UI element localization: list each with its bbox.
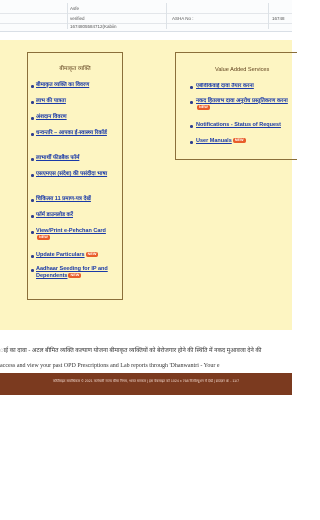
link-beneficiary-feedback[interactable]: लाभार्थी फीडबैक फॉर्म xyxy=(36,155,118,162)
bullet-icon xyxy=(190,101,193,104)
bullet-icon xyxy=(31,85,34,88)
link-user-manuals[interactable]: User Manuals NEW xyxy=(196,138,292,145)
link-benefit-eligibility[interactable]: लाभ की पात्रता xyxy=(36,98,118,105)
value-added-services-title: Value Added Services xyxy=(215,67,270,73)
bullet-icon xyxy=(31,133,34,136)
bullet-icon xyxy=(190,141,193,144)
bullet-icon xyxy=(31,231,34,234)
footer: कॉपीराइट सर्वाधिकार © 2021 कर्मचारी राज्… xyxy=(0,373,292,395)
link-abvky-claim[interactable]: एबीवीकेवाई दावा तैयार करना xyxy=(196,83,292,90)
bullet-icon xyxy=(31,174,34,177)
footer-copyright: कॉपीराइट सर्वाधिकार © 2021 कर्मचारी राज्… xyxy=(52,379,240,383)
link-label: View/Print e-Pehchan Card xyxy=(36,228,106,234)
link-medical-certificate[interactable]: चिकित्सा 11 प्रमाण-पत्र देखें xyxy=(36,196,118,203)
link-aadhaar-seeding[interactable]: Aadhaar Seeding for IP and Dependents NEW xyxy=(36,266,120,280)
bullet-icon xyxy=(31,117,34,120)
scrolling-notice-english[interactable]: access and view your past OPD Prescripti… xyxy=(0,363,292,369)
link-update-particulars[interactable]: Update Particulars NEW xyxy=(36,252,120,259)
table-cell: 1674805584712(Kabiin xyxy=(70,24,117,29)
link-contribution-details[interactable]: अंशदान विवरण xyxy=(36,114,118,121)
top-details-table: Asfe verified ASHA No : 16748 1674805584… xyxy=(0,0,292,32)
scrolling-notice-hindi[interactable]: ाई का दावा - अटल बीमित व्यक्ति कल्याण यो… xyxy=(0,346,292,354)
link-sms-language[interactable]: एसएमएस (संदेश) की पसंदीदा भाषा xyxy=(36,171,116,178)
bullet-icon xyxy=(31,255,34,258)
bullet-icon xyxy=(190,125,193,128)
bullet-icon xyxy=(190,86,193,89)
link-epehchan-card[interactable]: View/Print e-Pehchan Card NEW xyxy=(36,228,120,242)
table-row: 1674805584712(Kabiin xyxy=(0,22,292,32)
table-row: Asfe xyxy=(0,4,292,14)
bullet-icon xyxy=(31,269,34,272)
link-label: नकद हितलाभ दावा अनुरोध प्रस्तुतिकरण करना xyxy=(196,98,288,104)
link-cash-benefit-claim[interactable]: नकद हितलाभ दावा अनुरोध प्रस्तुतिकरण करना… xyxy=(196,98,292,112)
divider xyxy=(268,3,269,29)
divider xyxy=(166,3,167,29)
divider xyxy=(67,3,68,29)
link-ip-details[interactable]: बीमाकृत व्यक्ति का विवरण xyxy=(36,82,118,89)
link-label: User Manuals xyxy=(196,138,232,144)
new-badge: NEW xyxy=(232,138,246,144)
link-label: Update Particulars xyxy=(36,252,85,258)
link-download-forms[interactable]: फॉर्म डाउनलोड करें xyxy=(36,212,118,219)
bullet-icon xyxy=(31,158,34,161)
bullet-icon xyxy=(31,215,34,218)
new-badge: NEW xyxy=(85,252,99,258)
bullet-icon xyxy=(31,101,34,104)
new-badge: NEW xyxy=(68,273,82,279)
new-badge: NEW xyxy=(37,235,50,241)
table-cell: Asfe xyxy=(70,6,80,11)
link-dhanwantri-ehr[interactable]: धन्वन्तरि – आपका ई-स्वास्थ्य रिकॉर्ड xyxy=(36,130,116,137)
new-badge: NEW xyxy=(197,105,210,111)
bullet-icon xyxy=(31,199,34,202)
insured-person-title: बीमाकृत व्यक्ति xyxy=(59,66,91,72)
link-notifications-status[interactable]: Notifications - Status of Request xyxy=(196,122,292,129)
